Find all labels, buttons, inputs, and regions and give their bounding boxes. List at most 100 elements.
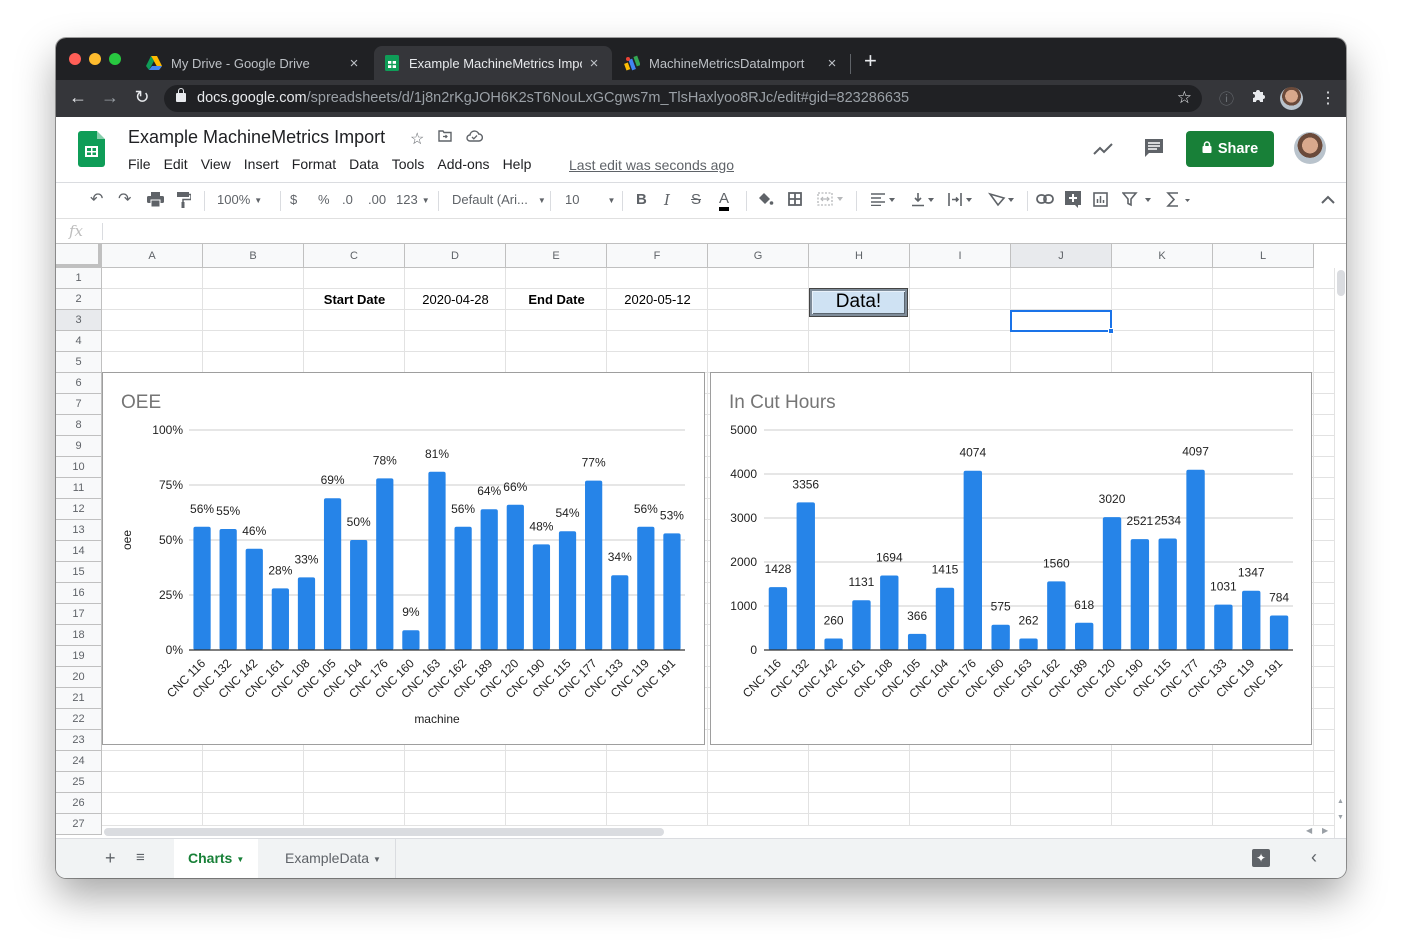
horizontal-scrollbar[interactable]: ◀ ▶: [102, 825, 1334, 838]
back-icon[interactable]: ←: [67, 87, 89, 108]
select-all-corner[interactable]: [56, 244, 102, 268]
collapse-side-panel-icon[interactable]: ‹: [1311, 847, 1317, 868]
menu-addons[interactable]: Add-ons: [437, 156, 489, 172]
row-header-17[interactable]: 17: [56, 604, 102, 625]
address-bar[interactable]: docs.google.com/spreadsheets/d/1j8n2rKgJ…: [164, 85, 1202, 112]
data-import-button[interactable]: Data!: [809, 288, 908, 317]
menu-view[interactable]: View: [201, 156, 231, 172]
row-header-5[interactable]: 5: [56, 352, 102, 373]
menu-edit[interactable]: Edit: [164, 156, 188, 172]
row-header-3[interactable]: 3: [56, 310, 102, 331]
row-header-14[interactable]: 14: [56, 541, 102, 562]
collapse-toolbar-icon[interactable]: [1321, 191, 1335, 209]
extensions-puzzle-icon[interactable]: [1251, 88, 1266, 107]
close-window-button[interactable]: [69, 53, 81, 65]
filter-icon[interactable]: [1121, 192, 1154, 212]
borders-icon[interactable]: [788, 192, 802, 211]
row-header-18[interactable]: 18: [56, 625, 102, 646]
row-header-11[interactable]: 11: [56, 478, 102, 499]
format-percent-button[interactable]: %: [318, 191, 330, 209]
row-header-23[interactable]: 23: [56, 730, 102, 751]
increase-decimal-button[interactable]: .00: [368, 191, 386, 209]
scroll-down-arrow[interactable]: ▼: [1337, 814, 1344, 821]
row-header-13[interactable]: 13: [56, 520, 102, 541]
browser-tab-apps-script[interactable]: MachineMetricsDataImport ×: [614, 46, 850, 80]
close-tab-icon[interactable]: ×: [820, 55, 844, 72]
row-header-6[interactable]: 6: [56, 373, 102, 394]
row-header-21[interactable]: 21: [56, 688, 102, 709]
row-header-25[interactable]: 25: [56, 772, 102, 793]
minimize-window-button[interactable]: [89, 53, 101, 65]
row-header-9[interactable]: 9: [56, 436, 102, 457]
fill-handle[interactable]: [1108, 328, 1114, 334]
column-header-D[interactable]: D: [405, 244, 506, 268]
column-header-G[interactable]: G: [708, 244, 809, 268]
chrome-menu-icon[interactable]: ⋮: [1320, 88, 1336, 108]
profile-avatar[interactable]: [1280, 87, 1303, 110]
activity-dashboard-icon[interactable]: [1093, 139, 1115, 162]
column-header-I[interactable]: I: [910, 244, 1011, 268]
menu-format[interactable]: Format: [292, 156, 336, 172]
selected-cell-J3[interactable]: [1010, 310, 1114, 334]
star-icon[interactable]: ☆: [410, 129, 424, 149]
insert-link-icon[interactable]: [1036, 192, 1054, 210]
merge-cells-icon[interactable]: [817, 192, 843, 211]
font-size-select[interactable]: 10 ▼: [565, 191, 615, 210]
insert-comment-icon[interactable]: [1065, 191, 1081, 213]
maximize-window-button[interactable]: [109, 53, 121, 65]
reload-icon[interactable]: ↻: [131, 87, 153, 108]
row-header-24[interactable]: 24: [56, 751, 102, 772]
browser-tab-sheet[interactable]: Example MachineMetrics Impor ×: [374, 46, 612, 80]
text-wrapping-icon[interactable]: [948, 192, 976, 212]
cell-E2[interactable]: End Date: [506, 289, 607, 310]
row-header-12[interactable]: 12: [56, 499, 102, 520]
in-cut-hours-chart[interactable]: In Cut Hours 0 1000 2000 3000 4000 5000 1428 CNC…: [710, 372, 1312, 745]
cell-F2[interactable]: 2020-05-12: [607, 289, 708, 310]
column-header-A[interactable]: A: [102, 244, 203, 268]
bookmark-star-icon[interactable]: ☆: [1177, 88, 1192, 108]
column-header-C[interactable]: C: [304, 244, 405, 268]
menu-file[interactable]: File: [128, 156, 151, 172]
document-title[interactable]: Example MachineMetrics Import: [128, 127, 385, 148]
sheet-tab-charts[interactable]: Charts ▼: [174, 839, 259, 878]
paint-format-icon[interactable]: [177, 192, 192, 213]
row-header-27[interactable]: 27: [56, 814, 102, 835]
spreadsheet-grid[interactable]: A B C D E F G H I J K L 1 2 3 4 5 6 7 8 9 10 11 12 13 14 15 16 17 18 1…: [56, 244, 1346, 838]
new-tab-button[interactable]: +: [864, 50, 877, 72]
oee-chart[interactable]: OEE 0% 25% 50% 75% 100% 56% CNC 116 55% CNC 132 46…: [102, 372, 705, 745]
row-header-4[interactable]: 4: [56, 331, 102, 352]
scroll-up-arrow[interactable]: ▲: [1337, 798, 1344, 805]
row-header-7[interactable]: 7: [56, 394, 102, 415]
bold-button[interactable]: B: [636, 191, 647, 209]
close-tab-icon[interactable]: ×: [342, 55, 366, 72]
formula-input[interactable]: [108, 219, 1338, 243]
comments-icon[interactable]: [1144, 138, 1164, 164]
cell-C2[interactable]: Start Date: [304, 289, 405, 310]
row-header-19[interactable]: 19: [56, 646, 102, 667]
italic-button[interactable]: I: [664, 191, 670, 209]
add-sheet-icon[interactable]: +: [105, 848, 116, 869]
cloud-saved-icon[interactable]: [466, 129, 484, 149]
horizontal-scroll-thumb[interactable]: [104, 828, 664, 836]
row-header-1[interactable]: 1: [56, 268, 102, 289]
insert-chart-icon[interactable]: [1093, 192, 1108, 212]
column-header-H[interactable]: H: [809, 244, 910, 268]
column-header-J[interactable]: J: [1011, 244, 1112, 268]
print-icon[interactable]: [147, 192, 164, 212]
functions-icon[interactable]: [1166, 192, 1194, 212]
horizontal-align-icon[interactable]: [870, 192, 898, 211]
scroll-right-arrow[interactable]: ▶: [1322, 826, 1328, 835]
column-header-F[interactable]: F: [607, 244, 708, 268]
browser-tab-google-drive[interactable]: My Drive - Google Drive ×: [136, 46, 372, 80]
decrease-decimal-button[interactable]: .0: [342, 191, 353, 209]
extension-info-icon[interactable]: ⓘ: [1219, 88, 1234, 109]
row-header-10[interactable]: 10: [56, 457, 102, 478]
vertical-scroll-thumb[interactable]: [1337, 270, 1345, 296]
forward-icon[interactable]: →: [99, 87, 121, 108]
vertical-align-icon[interactable]: [911, 192, 937, 212]
close-tab-icon[interactable]: ×: [582, 55, 606, 72]
column-header-L[interactable]: L: [1213, 244, 1314, 268]
sheet-tab-exampledata[interactable]: ExampleData ▼: [271, 839, 396, 878]
row-header-2[interactable]: 2: [56, 289, 102, 310]
row-header-22[interactable]: 22: [56, 709, 102, 730]
